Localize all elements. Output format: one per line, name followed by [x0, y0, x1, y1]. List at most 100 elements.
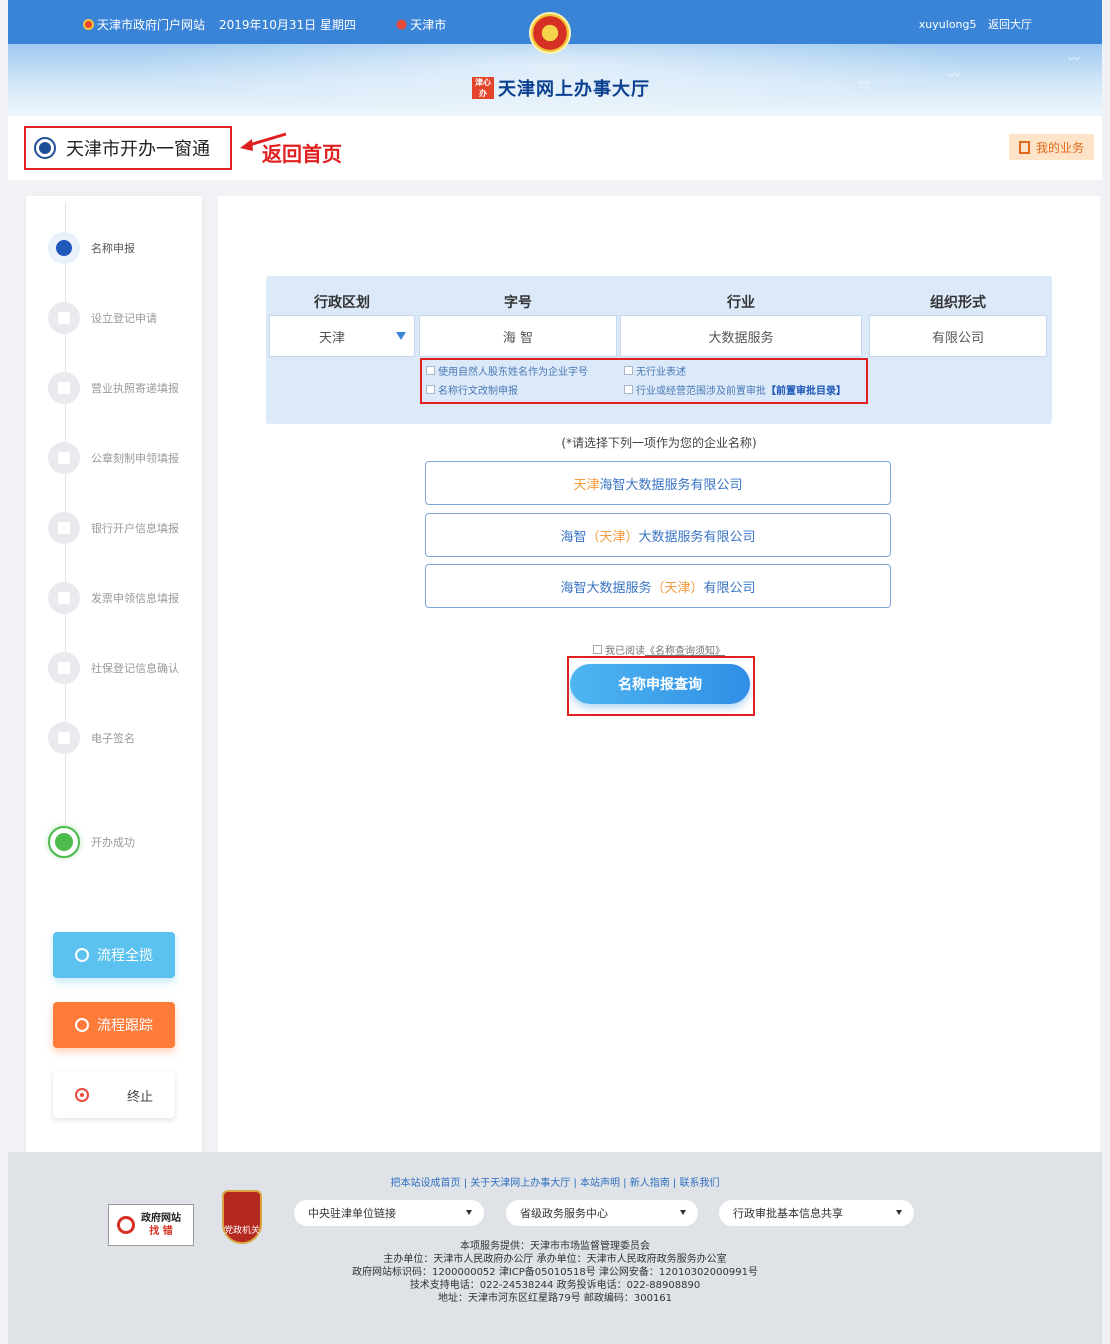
- terminate-button[interactable]: 终止: [53, 1072, 175, 1118]
- option-shareholder-name[interactable]: 使用自然人股东姓名作为企业字号: [426, 363, 588, 378]
- brand-input[interactable]: 海 智: [419, 315, 617, 357]
- region-header: 行政区划: [314, 295, 370, 311]
- name-option-2[interactable]: 海智 （天津） 大数据服务有限公司: [425, 513, 891, 557]
- org-input[interactable]: 有限公司: [869, 315, 1047, 357]
- stamp-icon: [48, 442, 80, 474]
- name-query-button[interactable]: 名称申报查询: [570, 664, 750, 704]
- step-label: 银行开户信息填报: [91, 522, 179, 535]
- name-option-1[interactable]: 天津 海智大数据服务有限公司: [425, 461, 891, 505]
- bird-icon: 〰: [858, 76, 871, 90]
- social-security-icon: [48, 652, 80, 684]
- pre-approval-catalog-link[interactable]: 【前置审批目录】: [766, 382, 846, 397]
- industry-input[interactable]: 大数据服务: [620, 315, 862, 357]
- tracking-icon: [75, 1018, 89, 1032]
- my-business-label: 我的业务: [1035, 140, 1084, 155]
- location-icon: [48, 512, 80, 544]
- option-reform-declaration[interactable]: 名称行文改制申报: [426, 382, 518, 397]
- service-title: 天津市开办一窗通: [66, 139, 210, 160]
- dropdown-arrow-icon: [396, 332, 406, 340]
- step-label: 设立登记申请: [91, 312, 157, 325]
- national-emblem-icon: [529, 12, 571, 54]
- invoice-icon: [48, 582, 80, 614]
- org-value: 有限公司: [931, 330, 984, 346]
- dropdown-arrow-icon: [466, 1210, 472, 1215]
- process-tracking-button[interactable]: 流程跟踪: [53, 1002, 175, 1048]
- step-social-security[interactable]: 社保登记信息确认: [48, 652, 179, 684]
- checkbox[interactable]: [426, 385, 435, 394]
- home-link[interactable]: 天津市开办一窗通: [24, 126, 232, 170]
- step-seal[interactable]: 公章刻制申领填报: [48, 442, 179, 474]
- region-value: 天津: [318, 330, 345, 346]
- step-label: 公章刻制申领填报: [91, 452, 179, 465]
- industry-header: 行业: [727, 295, 755, 311]
- current-date: 2019年10月31日 星期四: [219, 18, 356, 32]
- agree-checkbox[interactable]: [593, 645, 602, 654]
- footer: 把本站设成首页 | 关于天津网上办事大厅 | 本站声明 | 新人指南 | 联系我…: [8, 1152, 1102, 1344]
- brand-header: 字号: [504, 295, 532, 311]
- step-label: 营业执照寄递填报: [91, 382, 179, 395]
- checkbox[interactable]: [624, 385, 633, 394]
- checkbox[interactable]: [624, 366, 633, 375]
- magnifier-icon: [117, 1216, 135, 1234]
- footer-info: 本项服务提供：天津市市场监督管理委员会 主办单位：天津市人民政府办公厅 承办单位…: [352, 1241, 758, 1304]
- user-icon: [48, 232, 80, 264]
- industry-value: 大数据服务: [708, 330, 774, 346]
- overview-icon: [75, 948, 89, 962]
- org-header: 组织形式: [930, 295, 986, 311]
- bird-icon: 〰: [948, 68, 961, 82]
- step-label: 发票申领信息填报: [91, 592, 179, 605]
- check-icon: [48, 826, 80, 858]
- step-bank-account[interactable]: 银行开户信息填报: [48, 512, 179, 544]
- step-label: 开办成功: [91, 836, 135, 849]
- agree-checkbox-row[interactable]: 我已阅读 《名称查询须知》: [218, 642, 1100, 657]
- name-selection-hint: (*请选择下列一项作为您的企业名称): [561, 436, 757, 450]
- option-no-industry[interactable]: 无行业表述: [624, 363, 686, 378]
- emblem-icon: [83, 19, 94, 30]
- process-overview-button[interactable]: 流程全揽: [53, 932, 175, 978]
- region-select[interactable]: 天津: [269, 315, 415, 357]
- dropdown-arrow-icon: [680, 1210, 686, 1215]
- footer-links[interactable]: 把本站设成首页 | 关于天津网上办事大厅 | 本站声明 | 新人指南 | 联系我…: [8, 1174, 1102, 1189]
- city-selector[interactable]: 天津市: [410, 16, 446, 33]
- step-license-mailing[interactable]: 营业执照寄递填报: [48, 372, 179, 404]
- name-option-3[interactable]: 海智大数据服务 （天津） 有限公司: [425, 564, 891, 608]
- banner-logo: 津心办: [472, 77, 494, 99]
- stop-icon: [74, 1088, 89, 1102]
- pen-icon: [48, 722, 80, 754]
- annotation-label: 返回首页: [262, 142, 342, 166]
- step-label: 电子签名: [91, 732, 135, 745]
- checkbox[interactable]: [426, 366, 435, 375]
- step-invoice[interactable]: 发票申领信息填报: [48, 582, 179, 614]
- central-units-select[interactable]: 中央驻津单位链接: [294, 1200, 484, 1226]
- process-tracking-label: 流程跟踪: [97, 1018, 153, 1034]
- option-pre-approval[interactable]: 行业或经营范围涉及前置审批 【前置审批目录】: [624, 382, 846, 397]
- approval-info-select[interactable]: 行政审批基本信息共享: [719, 1200, 914, 1226]
- step-label: 社保登记信息确认: [91, 662, 179, 675]
- service-header: 天津市开办一窗通 返回首页 我的业务: [8, 116, 1102, 180]
- step-label: 名称申报: [91, 242, 135, 255]
- building-icon: [48, 302, 80, 334]
- notebook-icon: [1018, 140, 1030, 154]
- banner-title: 津心办 天津网上办事大厅: [472, 75, 650, 101]
- username[interactable]: xuyulong5: [919, 18, 977, 31]
- bird-icon: 〰: [1068, 52, 1081, 66]
- service-logo-icon: [34, 137, 56, 159]
- brand-value: 海 智: [502, 330, 534, 346]
- location-pin-icon: ●: [395, 17, 408, 32]
- step-success[interactable]: 开办成功: [48, 826, 135, 858]
- party-gov-badge[interactable]: 党政机关: [222, 1190, 262, 1244]
- step-registration[interactable]: 设立登记申请: [48, 302, 157, 334]
- terminate-label: 终止: [126, 1089, 153, 1105]
- query-notice-link[interactable]: 《名称查询须知》: [645, 642, 725, 657]
- banner-name: 天津网上办事大厅: [498, 79, 650, 100]
- name-form: 行政区划 字号 行业 组织形式 天津 海 智 大数据服务 有限公司 使用自然人股…: [266, 276, 1052, 424]
- provincial-centers-select[interactable]: 省级政务服务中心: [506, 1200, 698, 1226]
- progress-sidebar: 名称申报 设立登记申请 营业执照寄递填报 公章刻制申领填报 银行开户信息填报 发…: [26, 196, 202, 1152]
- my-business-button[interactable]: 我的业务: [1008, 134, 1094, 160]
- main-panel: 行政区划 字号 行业 组织形式 天津 海 智 大数据服务 有限公司 使用自然人股…: [218, 196, 1100, 1152]
- step-e-signature[interactable]: 电子签名: [48, 722, 135, 754]
- step-name-declaration[interactable]: 名称申报: [48, 232, 135, 264]
- back-hall-link[interactable]: 返回大厅: [988, 18, 1032, 31]
- license-icon: [48, 372, 80, 404]
- portal-link[interactable]: 天津市政府门户网站: [97, 16, 205, 33]
